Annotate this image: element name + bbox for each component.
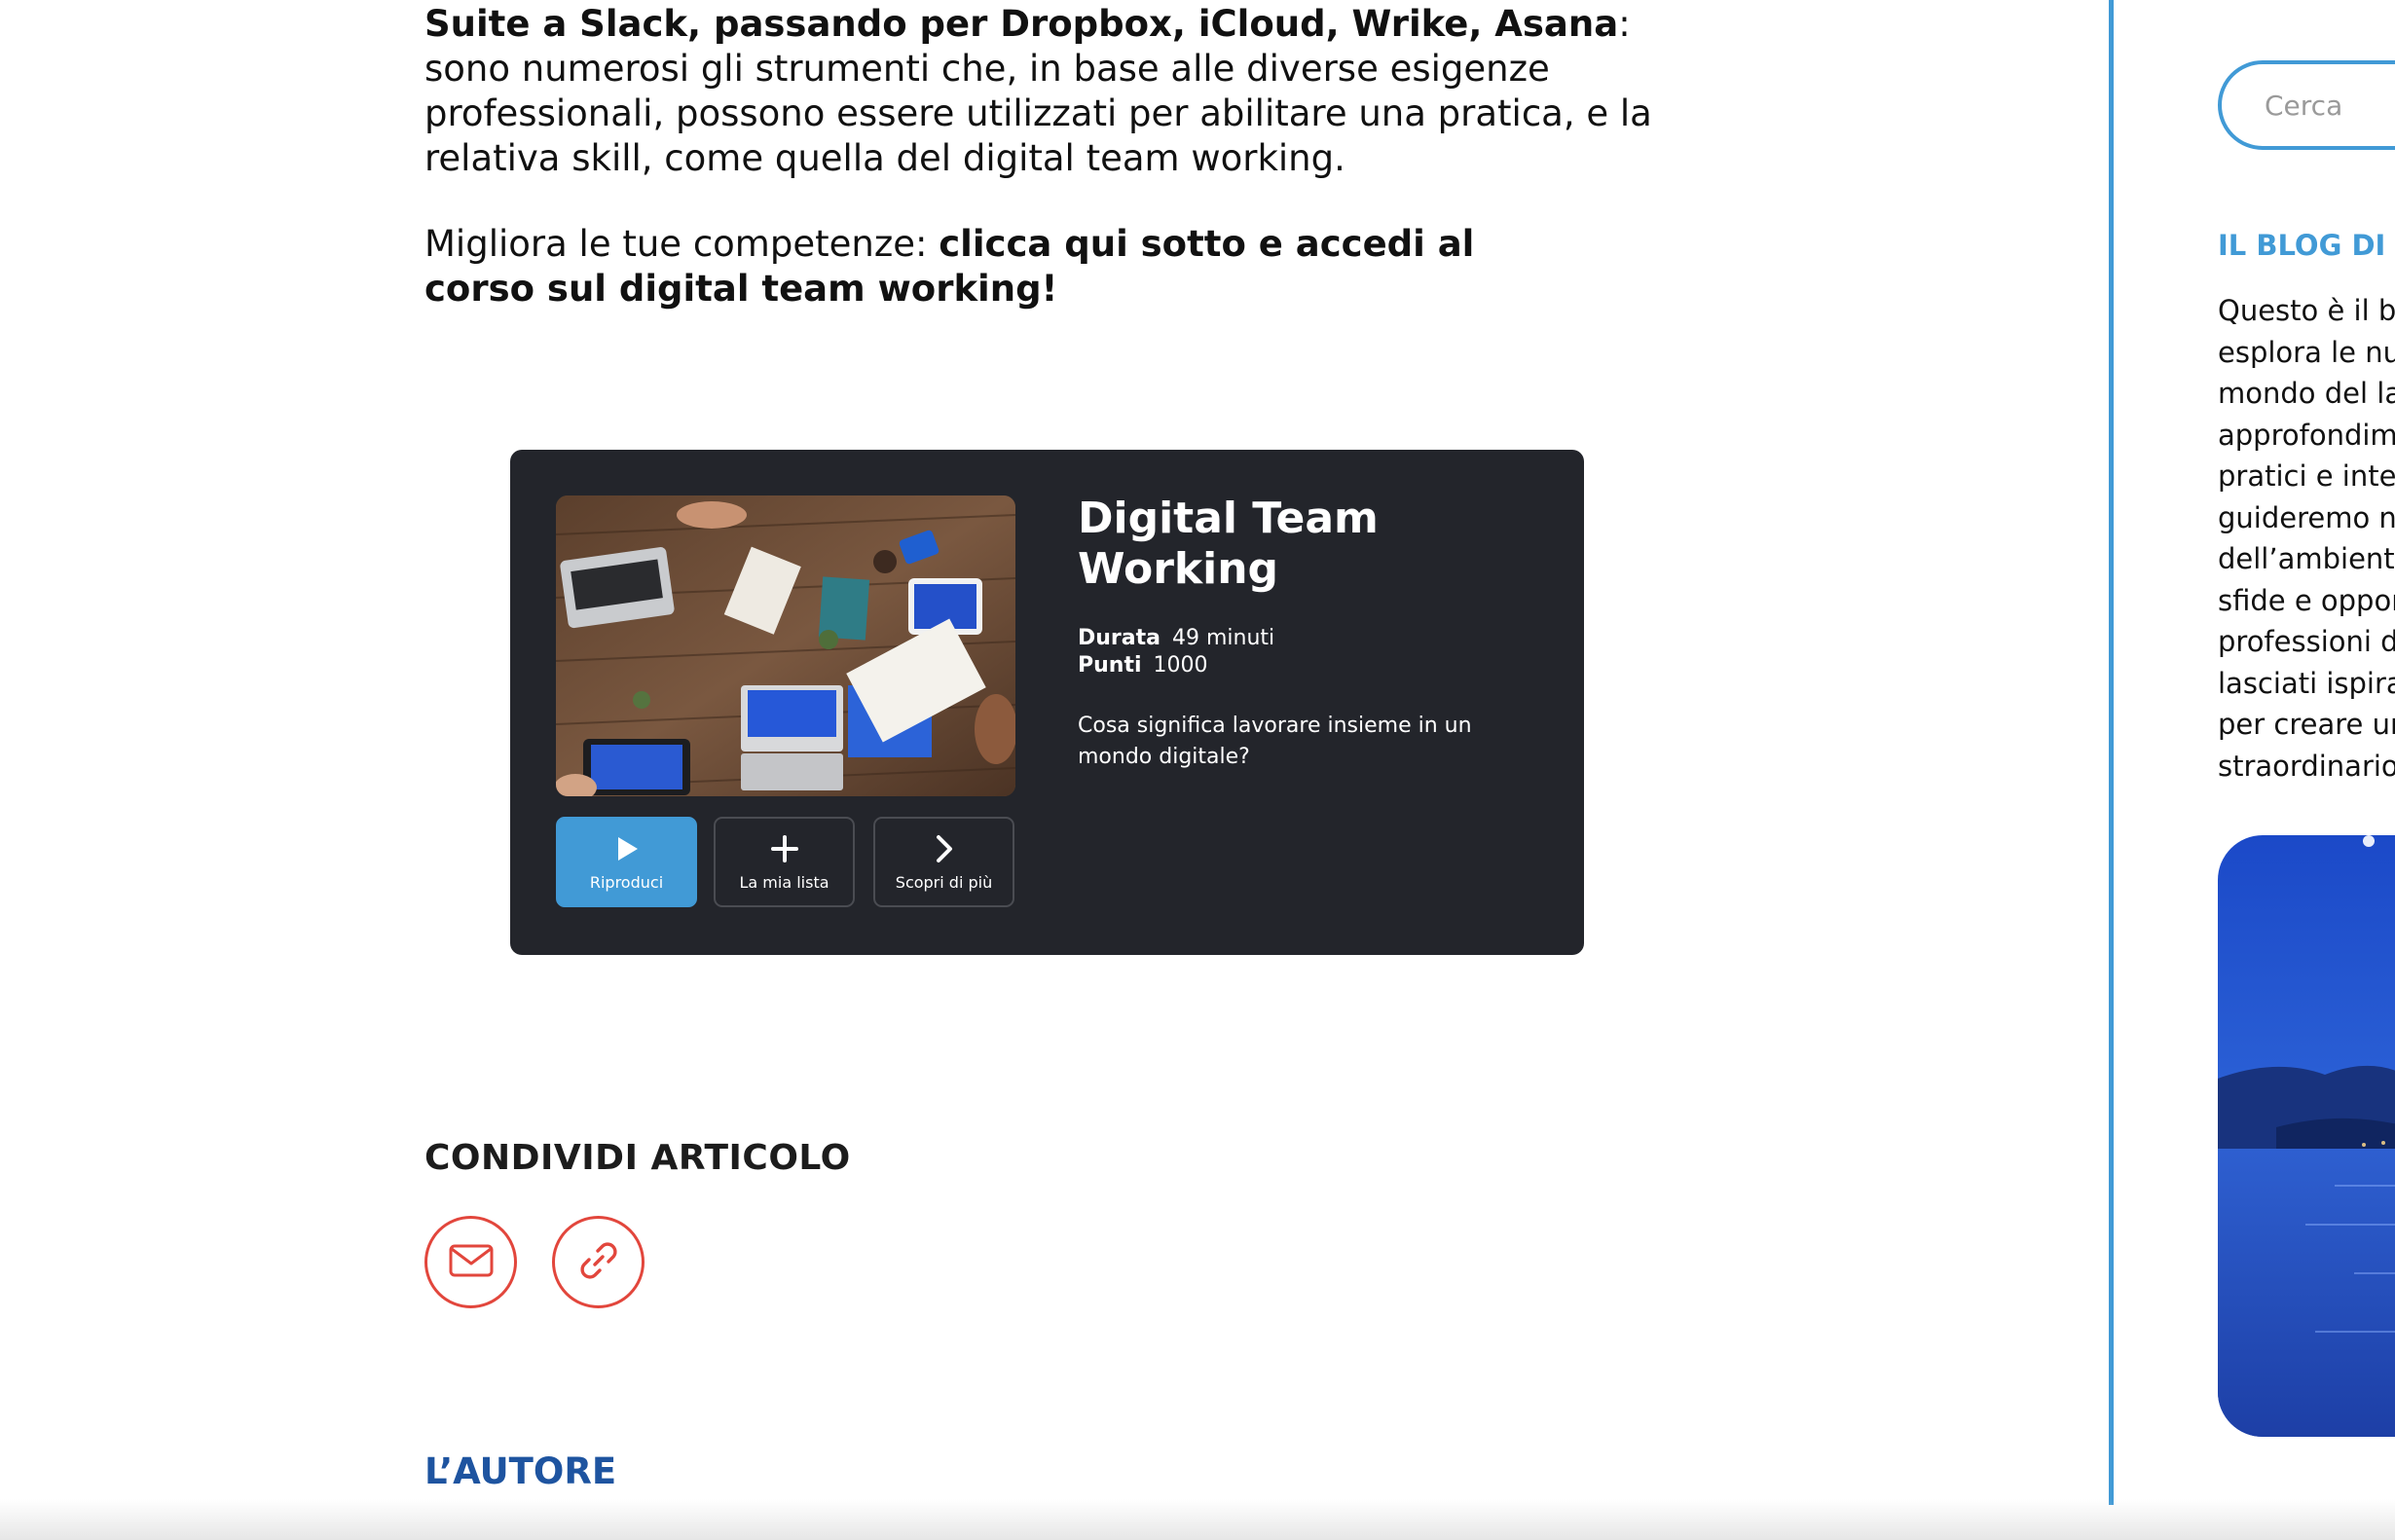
course-duration-label: Durata [1078, 626, 1161, 650]
course-description: Cosa significa lavorare insieme in un mo… [1078, 714, 1472, 769]
search-box[interactable] [2218, 60, 2395, 150]
blog-text-line: per creare ur [2218, 708, 2395, 741]
blog-text-line: esplora le nu [2218, 335, 2395, 369]
course-thumbnail[interactable] [556, 495, 1015, 796]
mail-icon [449, 1243, 494, 1282]
chevron-right-icon [875, 832, 1013, 865]
course-points: Punti 1000 [1078, 652, 1208, 679]
blog-text-line: dell’ambiente [2218, 542, 2395, 575]
course-title: Digital Team Working [1078, 494, 1379, 594]
discover-more-button[interactable]: Scopri di più [873, 817, 1014, 907]
course-card: Digital Team Working Durata 49 minuti Pun… [510, 450, 1584, 955]
blog-text-line: mondo del la [2218, 377, 2395, 410]
play-button[interactable]: Riproduci [556, 817, 697, 907]
share-email-button[interactable] [424, 1216, 517, 1308]
course-thumbnail-image [556, 495, 1015, 796]
page: Suite a Slack, passando per Dropbox, iCl… [0, 0, 2395, 1540]
course-duration-value: 49 minuti [1171, 626, 1275, 650]
plus-icon [716, 832, 853, 865]
article-paragraph-tools: Suite a Slack, passando per Dropbox, iCl… [424, 2, 1690, 181]
add-to-list-button-label: La mia lista [739, 873, 829, 892]
author-heading: L’AUTORE [424, 1450, 617, 1492]
play-icon [558, 832, 695, 865]
blog-text-line: approfondim [2218, 418, 2395, 452]
sidebar-blog-heading: IL BLOG DI A [2218, 229, 2395, 262]
play-button-label: Riproduci [589, 873, 664, 892]
article-paragraph-cta: Migliora le tue competenze: clicca qui s… [424, 222, 1593, 312]
course-points-value: 1000 [1153, 653, 1208, 678]
blog-text-line: professioni d [2218, 625, 2395, 658]
blog-text-line: lasciati ispira [2218, 666, 2395, 700]
share-heading: CONDIVIDI ARTICOLO [424, 1138, 851, 1178]
copy-link-button[interactable] [552, 1216, 645, 1308]
discover-more-button-label: Scopri di più [895, 873, 993, 892]
article-cta-text: Migliora le tue competenze: [424, 223, 940, 265]
link-icon [575, 1237, 622, 1288]
blog-text-line: sfide e oppor [2218, 583, 2395, 617]
blog-text-line: Questo è il b [2218, 294, 2395, 327]
course-points-label: Punti [1078, 653, 1142, 678]
sidebar-lake-image [2218, 835, 2395, 1437]
add-to-list-button[interactable]: La mia lista [714, 817, 855, 907]
blog-text-line: straordinario [2218, 749, 2395, 783]
sidebar-blog-description: Questo è il b esplora le nu mondo del la… [2218, 290, 2395, 787]
blog-text-line: guideremo n [2218, 500, 2395, 534]
blog-text-line: pratici e inte [2218, 459, 2395, 493]
bottom-shadow [0, 1499, 2395, 1540]
search-input[interactable] [2265, 82, 2395, 128]
sidebar-divider [2109, 0, 2114, 1505]
article-paragraph-tools-bold: Suite a Slack, passando per Dropbox, iCl… [424, 3, 1619, 45]
course-duration: Durata 49 minuti [1078, 625, 1274, 652]
